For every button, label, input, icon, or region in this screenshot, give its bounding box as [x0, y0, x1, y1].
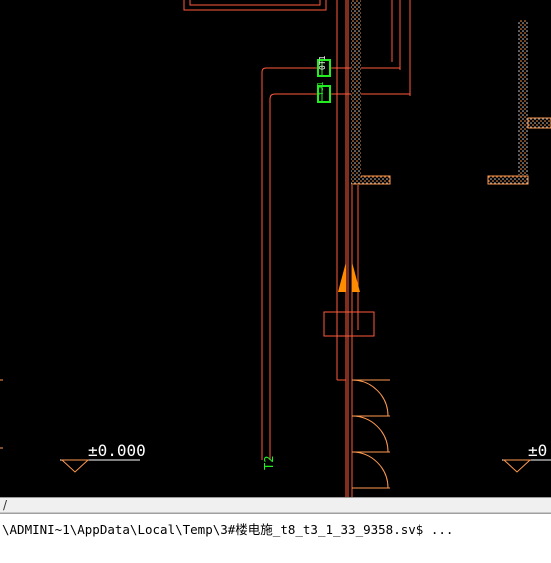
symbol-bottom-label: YJ1 — [316, 81, 325, 96]
layout-tab-strip: / — [0, 497, 551, 513]
elevation-text-right: ±0 — [528, 441, 547, 460]
cable-label: T2 — [262, 456, 276, 470]
conduit-lines — [261, 0, 411, 497]
arrow-left — [338, 262, 346, 292]
elevation-marker-right — [502, 459, 551, 473]
drawing-canvas[interactable]: 0T1 YJ1 ±0.000 ±0 T2 — [0, 0, 551, 497]
wall-hatch-right — [518, 20, 528, 175]
arrow-right — [352, 262, 360, 292]
symbol-top-label: 0T1 — [318, 55, 327, 70]
cad-drawing: 0T1 YJ1 ±0.000 ±0 T2 — [0, 0, 551, 497]
elevation-text-left: ±0.000 — [88, 441, 146, 460]
ucs-icon: / — [3, 498, 8, 512]
command-line[interactable]: \ADMINI~1\AppData\Local\Temp\3#楼电施_t8_t3… — [0, 513, 551, 563]
junction-box — [323, 311, 375, 337]
command-history-text: \ADMINI~1\AppData\Local\Temp\3#楼电施_t8_t3… — [2, 522, 454, 537]
wall-hatch-center — [351, 0, 361, 184]
door-arcs — [351, 379, 390, 489]
elevation-marker-left — [60, 459, 140, 473]
